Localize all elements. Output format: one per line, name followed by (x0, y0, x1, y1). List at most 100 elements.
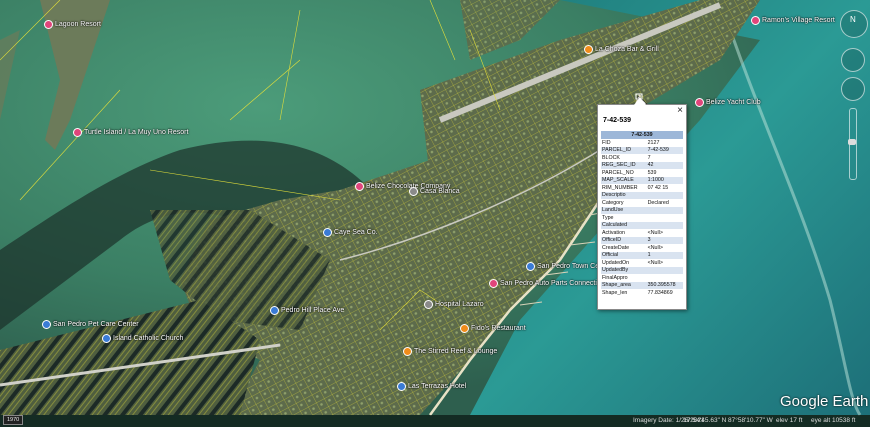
poi-ramons-village[interactable]: Ramon's Village Resort (751, 16, 835, 25)
attribute-value: 07 42 15 (647, 184, 669, 191)
look-control[interactable] (841, 48, 865, 72)
attribute-value: <Null> (647, 244, 663, 251)
attribute-value: 77.834869 (647, 289, 673, 296)
attribute-value: 1 (646, 251, 683, 259)
attribute-field: Descriptio (601, 191, 647, 199)
status-bar: Imagery Date: 1/26/2021 17°54'45.63" N 8… (0, 415, 870, 427)
pin-icon (42, 320, 51, 329)
poi-catholic-church[interactable]: Island Catholic Church (102, 334, 183, 343)
shop-icon (355, 182, 364, 191)
poi-stirred-reef[interactable]: The Stirred Reef & Lounge (403, 347, 497, 356)
attribute-value (646, 191, 683, 199)
attribute-field: Activation (602, 229, 625, 236)
attribute-field: RIM_NUMBER (602, 184, 638, 191)
scale-legend[interactable]: 1970 (3, 415, 24, 425)
hotel-icon (695, 98, 704, 107)
attribute-field: BLOCK (602, 154, 620, 161)
attribute-row: Official 1 (601, 251, 683, 259)
poi-casa-blanca[interactable]: Casa Blanca (409, 187, 460, 196)
attribute-row: Category Declared (601, 199, 683, 207)
attribute-field: PARCEL_ID (601, 146, 647, 154)
attribute-value: 350.395578 (646, 281, 683, 289)
poi-las-terrazas[interactable]: Las Terrazas Hotel (397, 382, 466, 391)
balloon-title: 7-42-539 (603, 117, 632, 124)
satellite-map[interactable] (0, 0, 870, 427)
attribute-value: 539 (647, 169, 657, 176)
church-icon (102, 334, 111, 343)
attribute-row: FinalAppro (601, 274, 683, 282)
attribute-value: <Null> (647, 259, 663, 266)
attribute-value (647, 214, 683, 222)
zoom-slider-thumb[interactable] (848, 139, 856, 145)
hotel-icon (751, 16, 760, 25)
attribute-row: FID 2127 (601, 139, 683, 147)
hotel-icon (397, 382, 406, 391)
attribute-field: UpdatedOn (602, 259, 630, 266)
attribute-table: 7-42-539 FID 2127 PARCEL_ID 7-42-539 BLOCK 7 R… (601, 131, 683, 297)
attribute-field: Calculated (601, 221, 647, 229)
compass-north-label: N (850, 15, 856, 24)
poi-auto-parts[interactable]: San Pedro Auto Parts Connection (489, 279, 605, 288)
restaurant-icon (460, 324, 469, 333)
zoom-slider[interactable] (848, 108, 857, 180)
attribute-row: CreateDate <Null> (601, 244, 683, 252)
attribute-row: UpdatedOn <Null> (601, 259, 683, 267)
poi-lagoon-resort[interactable]: Lagoon Resort (44, 20, 101, 29)
attribute-value (646, 206, 683, 214)
attribute-value: 2127 (647, 139, 660, 146)
longitude-readout: 87°58'10.77" W (728, 417, 773, 424)
attribute-value: 42 (646, 161, 683, 169)
attribute-value: <Null> (647, 229, 663, 236)
pin-icon (424, 300, 433, 309)
poi-la-choza[interactable]: La Choza Bar & Grill (584, 45, 659, 54)
poi-pedro-hill[interactable]: Pedro Hill Place Ave (270, 306, 344, 315)
restaurant-icon (403, 347, 412, 356)
attribute-value: 3 (646, 236, 683, 244)
attribute-row: PARCEL_NO 539 (601, 169, 683, 177)
attribute-row: OfficeID 3 (601, 236, 683, 244)
pin-icon (270, 306, 279, 315)
poi-belize-yacht-club[interactable]: Belize Yacht Club (695, 98, 761, 107)
attribute-value: 7-42-539 (646, 146, 683, 154)
attribute-field: UpdatedBy (601, 266, 647, 274)
parcel-info-balloon: × 7-42-539 7-42-539 FID 2127 PARCEL_ID 7-42… (597, 97, 687, 310)
attribute-row: LandUse (601, 206, 683, 214)
pin-icon (409, 187, 418, 196)
attribute-row: Shape_len 77.834869 (601, 289, 683, 297)
attribute-row: REG_SEC_ID 42 (601, 161, 683, 169)
attribute-value (646, 266, 683, 274)
poi-fidos[interactable]: Fido's Restaurant (460, 324, 526, 333)
restaurant-icon (584, 45, 593, 54)
compass-control[interactable]: N (840, 10, 868, 38)
balloon-tail (634, 97, 646, 105)
poi-hospital[interactable]: Hospital Lazaro (424, 300, 484, 309)
attribute-field: Official (601, 251, 647, 259)
move-control[interactable] (841, 77, 865, 101)
pin-icon (323, 228, 332, 237)
attribute-field: Shape_len (602, 289, 628, 296)
poi-caye-sea[interactable]: Caye Sea Co. (323, 228, 378, 237)
pin-icon (44, 20, 53, 29)
attribute-row: Descriptio (601, 191, 683, 199)
attribute-row: Activation <Null> (601, 229, 683, 237)
attribute-field: MAP_SCALE (601, 176, 647, 184)
attribute-row: MAP_SCALE 1:1000 (601, 176, 683, 184)
attribute-value: 7 (647, 154, 651, 161)
google-earth-logo: Google Earth (780, 393, 869, 410)
attribute-field: FinalAppro (602, 274, 628, 281)
attribute-row: BLOCK 7 (601, 154, 683, 162)
poi-turtle-island-resort[interactable]: Turtle Island / La Muy Uno Resort (73, 128, 188, 137)
elevation-readout: elev 17 ft (776, 417, 803, 424)
close-icon[interactable]: × (677, 105, 683, 117)
pin-icon (526, 262, 535, 271)
attribute-value: Declared (647, 199, 669, 206)
attribute-field: Shape_area (601, 281, 647, 289)
attribute-field: Type (602, 214, 614, 221)
poi-pet-care[interactable]: San Pedro Pet Care Center (42, 320, 139, 329)
eye-altitude-readout: eye alt 10538 ft (811, 417, 856, 424)
attribute-field: PARCEL_NO (602, 169, 634, 176)
attribute-row: Shape_area 350.395578 (601, 281, 683, 289)
attribute-value (646, 221, 683, 229)
attribute-table-header: 7-42-539 (601, 131, 683, 139)
attribute-row: UpdatedBy (601, 266, 683, 274)
